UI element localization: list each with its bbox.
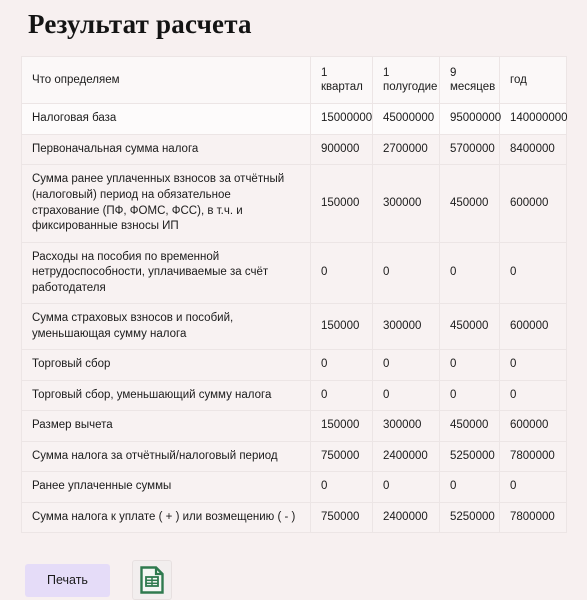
cell-h1: 2700000: [372, 133, 440, 166]
column-header-m9-line1: 9: [450, 66, 457, 79]
row-label: Налоговая база: [21, 103, 311, 135]
cell-m9: 5700000: [439, 133, 500, 166]
table-row: Торговый сбор, уменьшающий сумму налога 0…: [21, 379, 567, 412]
table-header-row: Что определяем 1 квартал 1 полугодие 9 м…: [21, 55, 567, 105]
cell-year: 0: [499, 379, 567, 412]
cell-year: 8400000: [499, 133, 567, 166]
table-row: Первоначальная сумма налога 900000 2700000…: [21, 133, 567, 166]
export-spreadsheet-button[interactable]: [131, 560, 172, 600]
table-row: Расходы на пособия по временной нетрудос…: [21, 241, 567, 305]
cell-h1: 300000: [372, 164, 440, 243]
cell-year: 140000000: [499, 103, 568, 135]
cell-q1: 0: [310, 349, 373, 381]
column-header-h1-line2: полугодие: [383, 81, 438, 94]
cell-year: 600000: [499, 410, 567, 442]
cell-h1: 2400000: [372, 501, 440, 534]
row-label: Размер вычета: [21, 410, 311, 442]
cell-q1: 150000: [310, 164, 373, 243]
print-button[interactable]: Печать: [25, 563, 110, 597]
cell-year: 600000: [499, 164, 567, 243]
cell-q1: 15000000: [310, 103, 373, 135]
cell-year: 0: [499, 241, 567, 305]
row-label: Сумма ранее уплаченных взносов за отчётн…: [21, 164, 311, 243]
cell-year: 7800000: [499, 440, 567, 473]
row-label: Торговый сбор: [21, 349, 311, 381]
cell-q1: 0: [310, 471, 373, 503]
row-label: Первоначальная сумма налога: [21, 133, 311, 166]
table-row: Сумма ранее уплаченных взносов за отчётн…: [21, 164, 567, 243]
cell-h1: 0: [372, 471, 440, 503]
cell-m9: 0: [439, 241, 500, 305]
result-table-container: Что определяем 1 квартал 1 полугодие 9 м…: [21, 55, 568, 534]
table-body: Налоговая база 15000000 45000000 95000000 14…: [21, 103, 568, 534]
column-header-name-label: Что определяем: [32, 73, 120, 86]
spreadsheet-document-icon: [140, 566, 164, 594]
column-header-m9: 9 месяцев: [439, 55, 500, 105]
column-header-year-line1: год: [510, 73, 527, 86]
cell-m9: 450000: [439, 164, 500, 243]
cell-q1: 750000: [310, 501, 373, 534]
cell-m9: 95000000: [439, 103, 501, 135]
row-label: Сумма налога к уплате ( + ) или возмещен…: [21, 501, 311, 534]
cell-q1: 900000: [310, 133, 373, 166]
table-row: Сумма страховых взносов и пособий, умень…: [21, 303, 567, 351]
cell-year: 0: [499, 349, 567, 381]
table-row: Сумма налога за отчётный/налоговый перио…: [21, 440, 567, 473]
column-header-h1: 1 полугодие: [372, 55, 440, 105]
table-row: Сумма налога к уплате ( + ) или возмещен…: [21, 501, 567, 534]
column-header-h1-line1: 1: [383, 66, 390, 79]
result-page: Результат расчета Что определяем 1 кварт…: [0, 0, 587, 600]
cell-m9: 0: [439, 471, 500, 503]
row-label: Сумма страховых взносов и пособий, умень…: [21, 303, 311, 351]
cell-year: 600000: [499, 303, 567, 351]
cell-m9: 5250000: [439, 501, 500, 534]
column-header-q1-line1: 1: [321, 66, 328, 79]
table-row: Размер вычета 150000 300000 450000 600000: [21, 410, 567, 442]
cell-h1: 0: [372, 241, 440, 305]
action-bar: Печать: [25, 560, 587, 600]
column-header-name: Что определяем: [21, 55, 311, 105]
cell-year: 0: [499, 471, 567, 503]
row-label: Ранее уплаченные суммы: [21, 471, 311, 503]
cell-h1: 0: [372, 379, 440, 412]
cell-q1: 150000: [310, 303, 373, 351]
cell-m9: 450000: [439, 303, 500, 351]
table-row: Налоговая база 15000000 45000000 95000000 14…: [21, 103, 568, 135]
column-header-year: год: [499, 55, 567, 105]
cell-h1: 0: [372, 349, 440, 381]
cell-h1: 300000: [372, 410, 440, 442]
column-header-q1-line2: квартал: [321, 81, 363, 94]
table-row: Ранее уплаченные суммы 0 0 0 0: [21, 471, 567, 503]
row-label: Торговый сбор, уменьшающий сумму налога: [21, 379, 311, 412]
cell-m9: 450000: [439, 410, 500, 442]
column-header-q1: 1 квартал: [310, 55, 373, 105]
cell-q1: 150000: [310, 410, 373, 442]
column-header-m9-line2: месяцев: [450, 81, 496, 94]
cell-m9: 5250000: [439, 440, 500, 473]
cell-q1: 0: [310, 241, 373, 305]
cell-h1: 300000: [372, 303, 440, 351]
cell-q1: 750000: [310, 440, 373, 473]
cell-m9: 0: [439, 349, 500, 381]
cell-h1: 45000000: [372, 103, 440, 135]
cell-h1: 2400000: [372, 440, 440, 473]
calculation-result-table: Что определяем 1 квартал 1 полугодие 9 м…: [21, 55, 568, 534]
cell-year: 7800000: [499, 501, 567, 534]
table-header: Что определяем 1 квартал 1 полугодие 9 м…: [21, 55, 567, 105]
cell-q1: 0: [310, 379, 373, 412]
cell-m9: 0: [439, 379, 500, 412]
row-label: Расходы на пособия по временной нетрудос…: [21, 241, 311, 305]
table-row: Торговый сбор 0 0 0 0: [21, 349, 567, 381]
row-label: Сумма налога за отчётный/налоговый перио…: [21, 440, 311, 473]
page-title: Результат расчета: [28, 9, 252, 39]
